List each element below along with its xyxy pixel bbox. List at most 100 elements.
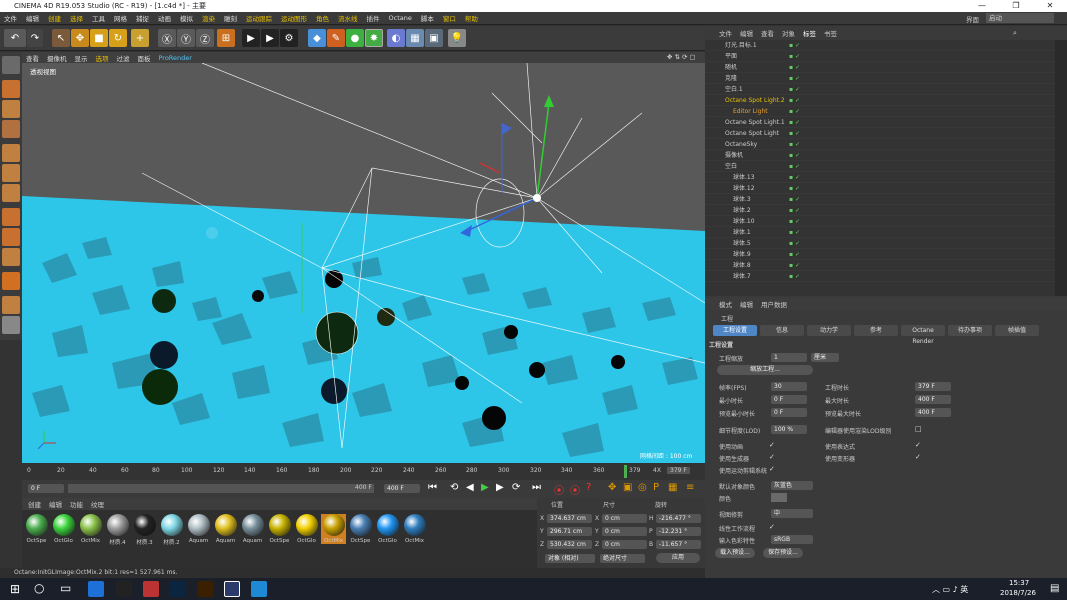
obj-tab-bookmarks[interactable]: 书签 <box>824 28 837 38</box>
save-preset-button[interactable]: 保存预设... <box>763 548 803 558</box>
section-dynamics[interactable]: 动力学 <box>807 325 851 336</box>
timeline-menu-icon[interactable]: ≡ <box>686 482 694 493</box>
visibility-toggle[interactable]: ▪ ✓ <box>789 106 800 117</box>
app-v-icon[interactable] <box>116 581 132 597</box>
viewport-menu-filter[interactable]: 过滤 <box>117 53 130 63</box>
mat-tab-function[interactable]: 功能 <box>70 499 83 509</box>
cinema4d-icon[interactable] <box>224 581 240 597</box>
environment-icon[interactable]: ▦ <box>406 29 424 47</box>
workplane-icon[interactable] <box>2 120 20 138</box>
menu-mograph[interactable]: 运动图形 <box>281 13 307 23</box>
object-list-scrollbar[interactable] <box>1055 40 1067 296</box>
task-view-icon[interactable]: ▭ <box>60 581 71 595</box>
input-color-select[interactable]: sRGB <box>771 535 813 544</box>
object-row[interactable]: 灯光.目标.1 ▪ ✓ <box>705 40 1055 51</box>
explorer-icon[interactable] <box>88 581 104 597</box>
lod-field[interactable]: 100 % <box>771 425 807 434</box>
apply-button[interactable]: 应用 <box>656 553 700 563</box>
polygons-mode-icon[interactable] <box>2 184 20 202</box>
material-swatch[interactable]: Aquam <box>213 514 238 544</box>
visibility-toggle[interactable]: ▪ ✓ <box>789 62 800 73</box>
cloner-icon[interactable]: ✸ <box>365 29 383 47</box>
snap-icon[interactable] <box>2 272 20 290</box>
menu-edit[interactable]: 编辑 <box>26 13 39 23</box>
texture-mode-icon[interactable] <box>2 100 20 118</box>
material-swatch[interactable]: OctSpe <box>267 514 292 544</box>
obj-tab-tags[interactable]: 标签 <box>803 28 816 38</box>
min-time-field[interactable]: 0 F <box>771 395 807 404</box>
section-reference[interactable]: 参考 <box>854 325 898 336</box>
object-row[interactable]: Editor Light ▪ ✓ <box>705 106 1055 117</box>
object-row[interactable]: 球体.3 ▪ ✓ <box>705 194 1055 205</box>
material-swatch[interactable]: 材质.4 <box>105 514 130 546</box>
menu-script[interactable]: 脚本 <box>421 13 434 23</box>
project-length-field[interactable]: 379 F <box>915 382 951 391</box>
prev-key-icon[interactable]: ⟲ <box>450 482 458 493</box>
scale-field[interactable]: 1 <box>771 353 807 362</box>
mat-tab-edit[interactable]: 编辑 <box>49 499 62 509</box>
load-preset-button[interactable]: 载入预设... <box>715 548 755 558</box>
use-generator-checkbox[interactable]: ✓ <box>769 453 777 461</box>
position-z-field[interactable]: 530.432 cm <box>547 540 592 549</box>
visibility-toggle[interactable]: ▪ ✓ <box>789 40 800 51</box>
illustrator-icon[interactable] <box>197 581 213 597</box>
preview-max-field[interactable]: 400 F <box>915 408 951 417</box>
size-x-field[interactable]: 0 cm <box>602 514 647 523</box>
pen-icon[interactable]: ✎ <box>327 29 345 47</box>
lock-workplane-icon[interactable] <box>2 296 20 314</box>
material-swatch[interactable]: 材质.2 <box>159 514 184 546</box>
material-swatch[interactable]: OctSpe <box>348 514 373 544</box>
visibility-toggle[interactable]: ▪ ✓ <box>789 161 800 172</box>
fps-field[interactable]: 30 <box>771 382 807 391</box>
object-row[interactable]: 空白.1 ▪ ✓ <box>705 84 1055 95</box>
viewport-menu-options[interactable]: 选项 <box>96 53 109 63</box>
scale-key-icon[interactable]: ▣ <box>623 482 632 493</box>
use-deformer-checkbox[interactable]: ✓ <box>915 453 923 461</box>
undo-icon[interactable]: ↶ <box>4 29 26 47</box>
use-expression-checkbox[interactable]: ✓ <box>915 441 923 449</box>
menu-render[interactable]: 渲染 <box>202 13 215 23</box>
menu-window[interactable]: 窗口 <box>443 13 456 23</box>
render-view-icon[interactable]: ▶ <box>242 29 260 47</box>
rotation-key-icon[interactable]: ◎ <box>638 482 647 493</box>
viewport-menu-panel[interactable]: 面板 <box>138 53 151 63</box>
current-frame-field[interactable]: 379 F <box>667 467 690 474</box>
object-row[interactable]: 球体.2 ▪ ✓ <box>705 205 1055 216</box>
menu-create[interactable]: 创建 <box>48 13 61 23</box>
object-row[interactable]: 球体.12 ▪ ✓ <box>705 183 1055 194</box>
menu-character[interactable]: 角色 <box>316 13 329 23</box>
viewport-nav-icons[interactable]: ✥ ⇅ ⟳ ▢ <box>667 53 696 61</box>
visibility-toggle[interactable]: ▪ ✓ <box>789 172 800 183</box>
visibility-toggle[interactable]: ▪ ✓ <box>789 260 800 271</box>
section-todo[interactable]: 待办事项 <box>948 325 992 336</box>
auto-key-icon[interactable]: ⦿ <box>570 482 580 497</box>
render-picture-viewer-icon[interactable]: ▶ <box>261 29 279 47</box>
render-settings-icon[interactable]: ⚙ <box>280 29 298 47</box>
attr-tab-mode[interactable]: 模式 <box>719 299 732 309</box>
cube-icon[interactable]: ◆ <box>308 29 326 47</box>
material-swatch[interactable]: OctMix <box>402 514 427 544</box>
obj-tab-file[interactable]: 文件 <box>719 28 732 38</box>
object-row[interactable]: 球体.10 ▪ ✓ <box>705 216 1055 227</box>
model-mode-icon[interactable] <box>2 80 20 98</box>
next-key-icon[interactable]: ⟳ <box>512 482 520 493</box>
material-swatch[interactable]: OctGlo <box>375 514 400 544</box>
visibility-toggle[interactable]: ▪ ✓ <box>789 238 800 249</box>
section-project-settings[interactable]: 工程设置 <box>713 325 757 336</box>
menu-tools[interactable]: 工具 <box>92 13 105 23</box>
material-swatch[interactable]: OctGlo <box>51 514 76 544</box>
object-row[interactable]: 球体.5 ▪ ✓ <box>705 238 1055 249</box>
object-row[interactable]: 球体.7 ▪ ✓ <box>705 271 1055 282</box>
section-info[interactable]: 信息 <box>760 325 804 336</box>
soft-selection-icon[interactable] <box>2 248 20 266</box>
object-row[interactable]: 克隆 ▪ ✓ <box>705 73 1055 84</box>
position-key-icon[interactable]: ✥ <box>608 482 616 493</box>
make-editable-icon[interactable] <box>2 56 20 74</box>
visibility-toggle[interactable]: ▪ ✓ <box>789 95 800 106</box>
move-icon[interactable]: ✥ <box>71 29 89 47</box>
object-row[interactable]: 摄像机 ▪ ✓ <box>705 150 1055 161</box>
edges-mode-icon[interactable] <box>2 164 20 182</box>
deformer-icon[interactable]: ◐ <box>387 29 405 47</box>
attr-tab-userdata[interactable]: 用户数据 <box>761 299 787 309</box>
attr-tab-edit[interactable]: 编辑 <box>740 299 753 309</box>
